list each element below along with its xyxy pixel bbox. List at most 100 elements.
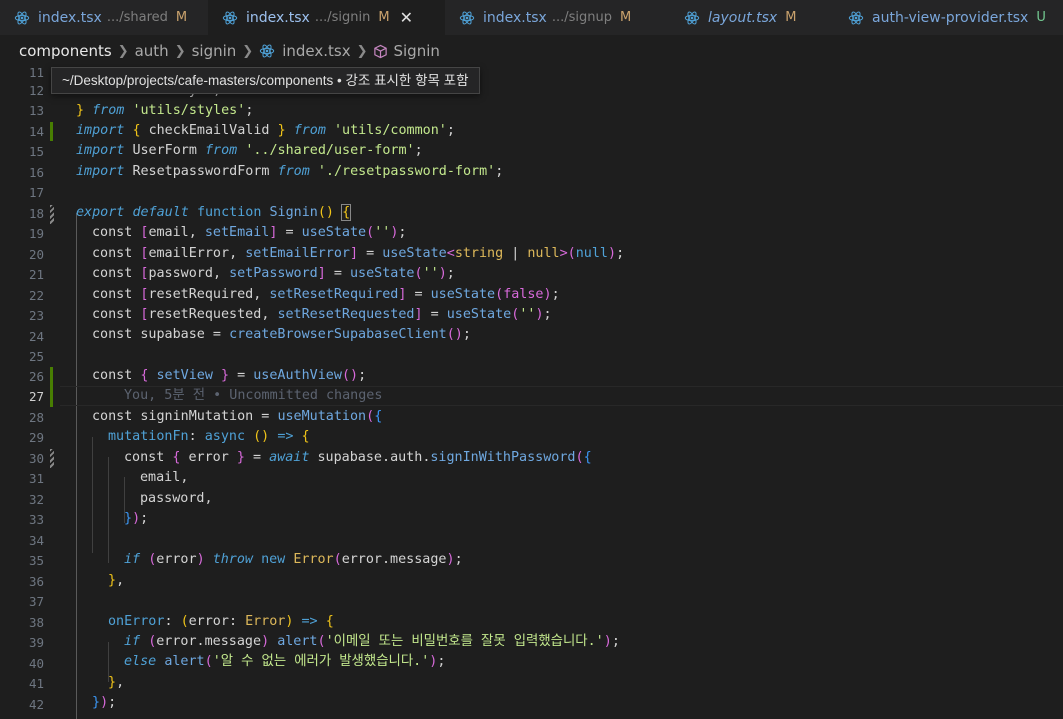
line-number: 36 bbox=[28, 574, 44, 589]
gutter-added-marker bbox=[50, 122, 53, 141]
tab-index-shared[interactable]: index.tsx .../shared M bbox=[0, 0, 208, 35]
line-number: 12 bbox=[28, 83, 44, 98]
code-line-42: }); bbox=[92, 695, 117, 710]
tab-index-signin[interactable]: index.tsx .../signin M ✕ bbox=[208, 0, 445, 35]
line-number: 19 bbox=[28, 226, 44, 241]
line-number: 38 bbox=[28, 615, 44, 630]
code-editor[interactable]: 11 12 13 14 15 16 17 18 19 20 21 22 23 2… bbox=[0, 67, 1063, 719]
react-icon bbox=[848, 11, 864, 24]
line-number: 25 bbox=[28, 349, 44, 364]
code-line-40: else alert('알 수 없는 에러가 발생했습니다.'); bbox=[124, 654, 446, 669]
tab-name: index.tsx bbox=[38, 9, 102, 26]
tab-path: .../signup bbox=[551, 10, 612, 25]
code-line-15: import UserForm from '../shared/user-for… bbox=[76, 143, 423, 158]
gutter-added-marker bbox=[50, 367, 53, 407]
code-line-18: export default function Signin() { bbox=[76, 204, 352, 221]
code-line-24: const supabase = createBrowserSupabaseCl… bbox=[92, 327, 471, 342]
tab-modified-badge: M bbox=[785, 10, 797, 25]
code-line-39: if (error.message) alert('이메일 또는 비밀번호를 잘… bbox=[124, 634, 620, 649]
indent-guide bbox=[108, 457, 109, 563]
code-line-32: password, bbox=[140, 491, 213, 506]
tab-auth-view-provider[interactable]: auth-view-provider.tsx U bbox=[834, 0, 1063, 35]
code-line-26: const { setView } = useAuthView(); bbox=[92, 368, 367, 383]
chevron-right-icon: ❯ bbox=[356, 43, 368, 59]
line-number: 28 bbox=[28, 410, 44, 425]
line-number: 24 bbox=[28, 329, 44, 344]
tab-modified-badge: M bbox=[378, 10, 390, 25]
code-line-38: onError: (error: Error) => { bbox=[108, 614, 334, 629]
tab-untracked-badge: U bbox=[1036, 10, 1046, 25]
code-area[interactable]: handleButtonStyle, } from 'utils/styles'… bbox=[60, 67, 1063, 719]
line-number: 41 bbox=[28, 676, 44, 691]
chevron-right-icon: ❯ bbox=[174, 43, 186, 59]
chevron-right-icon: ❯ bbox=[117, 43, 129, 59]
line-number: 31 bbox=[28, 471, 44, 486]
breadcrumb-path-tooltip: ~/Desktop/projects/cafe-masters/componen… bbox=[51, 67, 480, 94]
code-line-28: const signinMutation = useMutation({ bbox=[92, 409, 383, 424]
indent-guide bbox=[92, 437, 93, 553]
code-line-31: email, bbox=[140, 470, 189, 485]
line-number: 22 bbox=[28, 288, 44, 303]
code-line-22: const [resetRequired, setResetRequired] … bbox=[92, 287, 560, 302]
line-number: 34 bbox=[28, 533, 44, 548]
code-line-13: } from 'utils/styles'; bbox=[76, 103, 254, 118]
react-icon bbox=[459, 11, 475, 24]
code-line-19: const [email, setEmail] = useState(''); bbox=[92, 225, 407, 240]
breadcrumb: components ❯ auth ❯ signin ❯ index.tsx ❯… bbox=[0, 35, 1063, 67]
code-line-20: const [emailError, setEmailError] = useS… bbox=[92, 246, 625, 261]
tab-name: index.tsx bbox=[483, 9, 547, 26]
code-line-33: }); bbox=[124, 511, 149, 526]
breadcrumb-components[interactable]: components bbox=[19, 42, 112, 60]
line-number: 15 bbox=[28, 144, 44, 159]
code-line-30: const { error } = await supabase.auth.si… bbox=[124, 450, 592, 465]
line-number: 17 bbox=[28, 185, 44, 200]
tab-name: auth-view-provider.tsx bbox=[872, 9, 1029, 26]
tab-name: layout.tsx bbox=[708, 9, 778, 26]
gutter-modified-marker bbox=[50, 205, 54, 224]
code-line-14: import { checkEmailValid } from 'utils/c… bbox=[76, 123, 455, 138]
line-number: 33 bbox=[28, 512, 44, 527]
code-line-23: const [resetRequested, setResetRequested… bbox=[92, 307, 552, 322]
react-icon bbox=[684, 11, 700, 24]
react-icon bbox=[222, 11, 238, 24]
line-number: 13 bbox=[28, 103, 44, 118]
code-line-21: const [password, setPassword] = useState… bbox=[92, 266, 455, 281]
tab-path: .../shared bbox=[106, 10, 168, 25]
code-line-41: }, bbox=[108, 675, 125, 690]
chevron-right-icon: ❯ bbox=[242, 43, 254, 59]
code-line-16: import ResetpasswordForm from './resetpa… bbox=[76, 164, 504, 179]
line-number: 29 bbox=[28, 430, 44, 445]
line-number: 16 bbox=[28, 165, 44, 180]
gutter-modified-marker bbox=[50, 449, 54, 468]
line-number: 18 bbox=[28, 206, 44, 221]
line-number: 20 bbox=[28, 247, 44, 262]
inline-blame: You, 5분 전 • Uncommitted changes bbox=[124, 388, 383, 403]
line-number: 32 bbox=[28, 492, 44, 507]
tab-path: .../signin bbox=[314, 10, 371, 25]
tab-layout[interactable]: layout.tsx M bbox=[670, 0, 834, 35]
react-icon bbox=[260, 44, 275, 58]
line-number: 26 bbox=[28, 369, 44, 384]
line-number: 23 bbox=[28, 308, 44, 323]
breadcrumb-signin[interactable]: signin bbox=[192, 42, 237, 60]
tab-index-signup[interactable]: index.tsx .../signup M bbox=[445, 0, 670, 35]
code-line-35: if (error) throw new Error(error.message… bbox=[124, 552, 463, 567]
tab-bar: index.tsx .../shared M index.tsx .../sig… bbox=[0, 0, 1063, 35]
tab-name: index.tsx bbox=[246, 9, 310, 26]
breadcrumb-file[interactable]: index.tsx bbox=[282, 42, 350, 60]
line-number: 30 bbox=[28, 451, 44, 466]
code-line-36: }, bbox=[108, 573, 125, 588]
line-number: 42 bbox=[28, 697, 44, 712]
line-number: 35 bbox=[28, 553, 44, 568]
breadcrumb-symbol[interactable]: Signin bbox=[393, 42, 439, 60]
line-number: 14 bbox=[28, 124, 44, 139]
code-line-29: mutationFn: async () => { bbox=[108, 429, 310, 444]
tab-modified-badge: M bbox=[619, 10, 632, 25]
breadcrumb-auth[interactable]: auth bbox=[135, 42, 169, 60]
line-number: 40 bbox=[28, 656, 44, 671]
line-number-current: 27 bbox=[28, 389, 44, 404]
line-number: 37 bbox=[28, 594, 44, 609]
react-icon bbox=[14, 11, 30, 24]
indent-guide bbox=[76, 213, 77, 719]
close-icon[interactable]: ✕ bbox=[400, 8, 413, 27]
